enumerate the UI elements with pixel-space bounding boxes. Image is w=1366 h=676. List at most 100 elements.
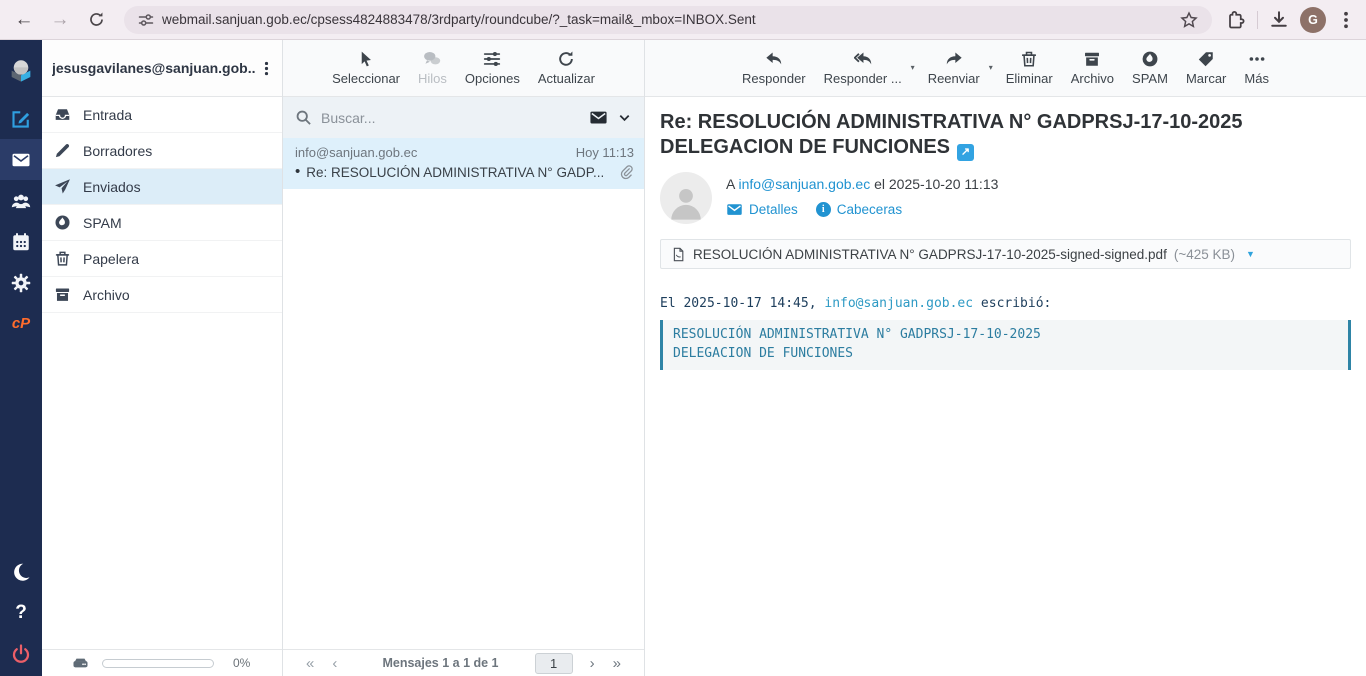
quote-line: DELEGACION DE FUNCIONES (673, 344, 1338, 363)
attachment-size: (~425 KB) (1174, 247, 1235, 262)
search-icon (295, 109, 312, 126)
profile-avatar[interactable]: G (1300, 7, 1326, 33)
compose-icon[interactable] (0, 98, 42, 139)
archive-label: Archivo (1071, 71, 1114, 86)
mark-button[interactable]: Marcar (1177, 50, 1235, 86)
search-input[interactable] (321, 110, 580, 126)
reply-button[interactable]: Responder (733, 50, 815, 86)
search-options-chevron-icon[interactable] (617, 110, 632, 125)
folder-label: Entrada (83, 107, 132, 123)
refresh-icon (557, 50, 575, 68)
forward-caret-icon[interactable]: ▾ (989, 63, 993, 72)
browser-menu-icon[interactable] (1336, 10, 1356, 30)
refresh-button[interactable]: Actualizar (529, 50, 604, 86)
archive-icon (54, 286, 71, 303)
delete-button[interactable]: Eliminar (997, 50, 1062, 86)
options-label: Opciones (465, 71, 520, 86)
message-subject-heading: Re: RESOLUCIÓN ADMINISTRATIVA N° GADPRSJ… (660, 110, 1320, 161)
browser-reload-icon[interactable] (82, 6, 110, 34)
app-rail: cP ? (0, 40, 42, 676)
last-page-icon[interactable]: » (604, 655, 630, 672)
settings-gear-icon[interactable] (0, 262, 42, 303)
sidebar-item-entrada[interactable]: Entrada (42, 97, 282, 133)
first-page-icon[interactable]: « (297, 655, 323, 672)
attachment-name[interactable]: RESOLUCIÓN ADMINISTRATIVA N° GADPRSJ-17-… (693, 247, 1167, 262)
details-label: Detalles (749, 202, 798, 217)
details-link[interactable]: Detalles (726, 201, 798, 218)
to-prefix: A (726, 176, 735, 192)
message-list-item[interactable]: info@sanjuan.gob.ec Hoy 11:13 • Re: RESO… (283, 138, 644, 189)
more-button[interactable]: Más (1235, 50, 1278, 86)
spam-button[interactable]: SPAM (1123, 50, 1177, 86)
attachment-menu-icon[interactable]: ▼ (1246, 249, 1255, 259)
attachment-row[interactable]: RESOLUCIÓN ADMINISTRATIVA N° GADPRSJ-17-… (660, 239, 1351, 269)
quota-percent: 0% (233, 656, 250, 670)
options-button[interactable]: Opciones (456, 50, 529, 86)
account-menu-icon[interactable] (256, 56, 276, 80)
url-text[interactable]: webmail.sanjuan.gob.ec/cpsess4824883478/… (162, 12, 1180, 27)
flame-icon (54, 214, 71, 231)
message-sender: info@sanjuan.gob.ec (295, 145, 576, 160)
headers-link[interactable]: i Cabeceras (816, 202, 902, 217)
open-in-new-window-icon[interactable]: ↗ (957, 144, 974, 161)
account-email: jesusgavilanes@sanjuan.gob.... (52, 60, 256, 76)
browser-back-icon[interactable]: ← (10, 6, 38, 34)
message-list-column: Seleccionar Hilos Opciones Actualizar (283, 40, 645, 676)
forward-label: Reenviar (928, 71, 980, 86)
toolbar-divider (1257, 11, 1258, 29)
delete-label: Eliminar (1006, 71, 1053, 86)
sidebar-item-spam[interactable]: SPAM (42, 205, 282, 241)
archive-button[interactable]: Archivo (1062, 50, 1123, 86)
message-toolbar: Responder Responder ... ▾ Reenviar ▾ (645, 40, 1366, 97)
sliders-icon (483, 50, 501, 68)
extensions-icon[interactable] (1226, 10, 1246, 30)
site-settings-icon[interactable] (138, 12, 154, 28)
cursor-icon (357, 50, 375, 68)
message-header: A info@sanjuan.gob.ec el 2025-10-20 11:1… (660, 172, 1351, 224)
info-icon: i (816, 202, 831, 217)
bookmark-star-icon[interactable] (1180, 11, 1198, 29)
select-button[interactable]: Seleccionar (323, 50, 409, 86)
folder-column: jesusgavilanes@sanjuan.gob.... Entrada B… (42, 40, 283, 676)
folder-label: Borradores (83, 143, 152, 159)
downloads-icon[interactable] (1269, 10, 1289, 30)
quoted-email-link[interactable]: info@sanjuan.gob.ec (824, 296, 973, 311)
forward-button[interactable]: Reenviar ▾ (919, 50, 989, 86)
browser-forward-icon[interactable]: → (46, 6, 74, 34)
refresh-label: Actualizar (538, 71, 595, 86)
next-page-icon[interactable]: › (581, 655, 604, 672)
spam-label: SPAM (1132, 71, 1168, 86)
reply-all-button[interactable]: Responder ... ▾ (815, 50, 911, 86)
folder-label: Archivo (83, 287, 130, 303)
message-subject: Re: RESOLUCIÓN ADMINISTRATIVA N° GADP... (306, 165, 612, 180)
pagination-label: Mensajes 1 a 1 de 1 (346, 656, 534, 670)
dark-mode-moon-icon[interactable] (0, 551, 42, 592)
trash-icon (54, 250, 71, 267)
read-status-dot[interactable]: • (295, 167, 300, 177)
sidebar-item-archivo[interactable]: Archivo (42, 277, 282, 313)
reply-all-caret-icon[interactable]: ▾ (911, 63, 915, 72)
quote-header-post: escribió: (973, 296, 1051, 311)
reply-label: Responder (742, 71, 806, 86)
sidebar-item-borradores[interactable]: Borradores (42, 133, 282, 169)
chat-bubbles-icon (423, 50, 441, 68)
logout-power-icon[interactable] (0, 633, 42, 674)
sidebar-item-enviados[interactable]: Enviados (42, 169, 282, 205)
help-icon[interactable]: ? (0, 592, 42, 633)
paperclip-icon (618, 164, 634, 180)
calendar-icon[interactable] (0, 221, 42, 262)
page-number-input[interactable] (535, 653, 573, 674)
roundcube-logo (7, 56, 35, 84)
sidebar-item-papelera[interactable]: Papelera (42, 241, 282, 277)
prev-page-icon[interactable]: ‹ (323, 655, 346, 672)
account-header[interactable]: jesusgavilanes@sanjuan.gob.... (42, 40, 282, 97)
more-label: Más (1244, 71, 1269, 86)
mail-icon[interactable] (0, 139, 42, 180)
search-scope-mail-icon[interactable] (589, 108, 608, 127)
recipient-email-link[interactable]: info@sanjuan.gob.ec (738, 176, 870, 192)
cpanel-icon[interactable]: cP (0, 303, 42, 344)
threads-button[interactable]: Hilos (409, 50, 456, 86)
list-toolbar: Seleccionar Hilos Opciones Actualizar (283, 40, 644, 97)
contacts-icon[interactable] (0, 180, 42, 221)
address-bar[interactable]: webmail.sanjuan.gob.ec/cpsess4824883478/… (124, 6, 1212, 34)
